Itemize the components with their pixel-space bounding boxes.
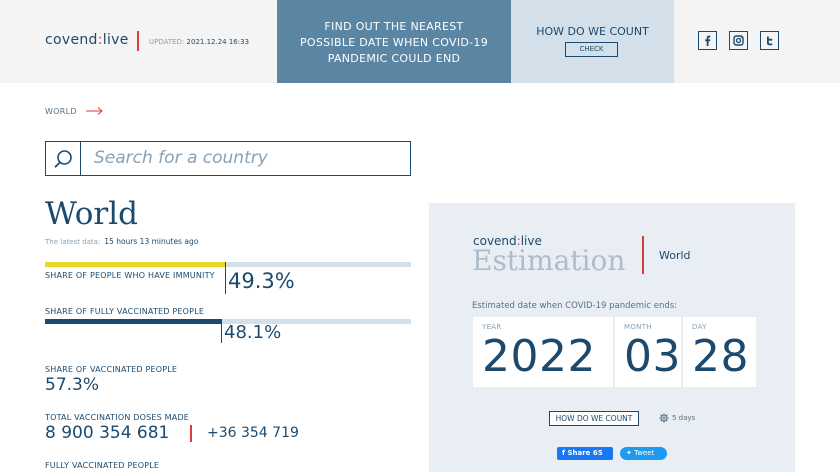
immunity-label: SHARE OF PEOPLE WHO HAVE IMMUNITY <box>45 271 215 280</box>
search-icon[interactable] <box>46 142 81 175</box>
breadcrumb[interactable]: WORLD <box>45 107 77 116</box>
how-we-count-title: HOW DO WE COUNT <box>536 25 649 38</box>
latest-label: The latest data: <box>45 238 101 246</box>
logo-text-right: live <box>102 32 129 48</box>
how-we-count-panel: HOW DO WE COUNT CHECK <box>511 0 674 83</box>
day-card: DAY 28 <box>683 317 756 387</box>
logo[interactable]: covend:live <box>45 32 129 48</box>
latest-value: 15 hours 13 minutes ago <box>104 237 199 246</box>
year-label: YEAR <box>482 323 502 331</box>
tweet-label: Tweet <box>634 449 655 457</box>
country-search <box>45 141 411 176</box>
fully-vaccinated-count-label: FULLY VACCINATED PEOPLE <box>45 461 160 470</box>
arrow-right-icon <box>86 107 103 115</box>
gear-icon <box>659 413 669 423</box>
logo-text-left: covend <box>45 32 98 48</box>
fully-vaccinated-progress-fill <box>45 319 221 324</box>
tweet-button[interactable]: ✦ Tweet <box>620 447 667 460</box>
day-label: DAY <box>692 323 707 331</box>
header: covend:live UPDATED: 2021.12.24 16:33 FI… <box>0 0 840 83</box>
facebook-share-button[interactable]: f Share 65 <box>557 447 613 460</box>
vaccinated-share-label: SHARE OF VACCINATED PEOPLE <box>45 365 178 374</box>
find-date-text: FIND OUT THE NEAREST POSSIBLE DATE WHEN … <box>299 20 488 65</box>
estimation-region: World <box>659 249 691 262</box>
days-value: 5 days <box>672 414 696 422</box>
updated-timestamp: UPDATED: 2021.12.24 16:33 <box>149 38 249 46</box>
twitter-bird-icon: ✦ <box>626 449 635 457</box>
logo-divider <box>137 31 139 51</box>
year-card: YEAR 2022 <box>473 317 613 387</box>
doses-label: TOTAL VACCINATION DOSES MADE <box>45 413 190 422</box>
updated-value: 2021.12.24 16:33 <box>186 38 250 46</box>
month-card: MONTH 03 <box>615 317 681 387</box>
doses-divider <box>190 425 192 442</box>
latest-data: The latest data: 15 hours 13 minutes ago <box>45 237 198 246</box>
estimation-title: Estimation <box>472 244 626 277</box>
twitter-icon[interactable] <box>760 31 779 50</box>
doses-delta: +36 354 719 <box>207 425 299 441</box>
days-info: 5 days <box>659 413 695 423</box>
estimation-divider <box>642 236 644 274</box>
find-date-banner[interactable]: FIND OUT THE NEAREST POSSIBLE DATE WHEN … <box>277 0 511 83</box>
immunity-progress-bar <box>45 262 411 267</box>
fully-vaccinated-marker-line <box>221 319 222 343</box>
facebook-icon[interactable] <box>698 31 717 50</box>
fully-vaccinated-share-label: SHARE OF FULLY VACCINATED PEOPLE <box>45 307 205 316</box>
search-input[interactable] <box>94 147 394 169</box>
month-value: 03 <box>624 331 681 382</box>
fully-vaccinated-share-value: 48.1% <box>224 322 282 343</box>
facebook-share-label: Share 65 <box>567 449 603 457</box>
page-title: World <box>45 196 138 232</box>
estimation-panel: covend:live Estimation World Estimated d… <box>429 203 795 472</box>
estimation-description: Estimated date when COVID-19 pandemic en… <box>472 301 678 311</box>
doses-value: 8 900 354 681 <box>45 423 170 443</box>
vaccinated-share-value: 57.3% <box>45 375 100 395</box>
immunity-marker-line <box>225 262 226 294</box>
updated-label: UPDATED: <box>149 38 185 46</box>
month-label: MONTH <box>624 323 652 331</box>
year-value: 2022 <box>482 331 596 382</box>
immunity-value: 49.3% <box>228 269 295 293</box>
instagram-icon[interactable] <box>729 31 748 50</box>
check-button[interactable]: CHECK <box>565 42 618 57</box>
immunity-progress-fill <box>45 262 225 267</box>
how-we-count-button[interactable]: HOW DO WE COUNT <box>549 411 639 426</box>
day-value: 28 <box>692 331 749 382</box>
